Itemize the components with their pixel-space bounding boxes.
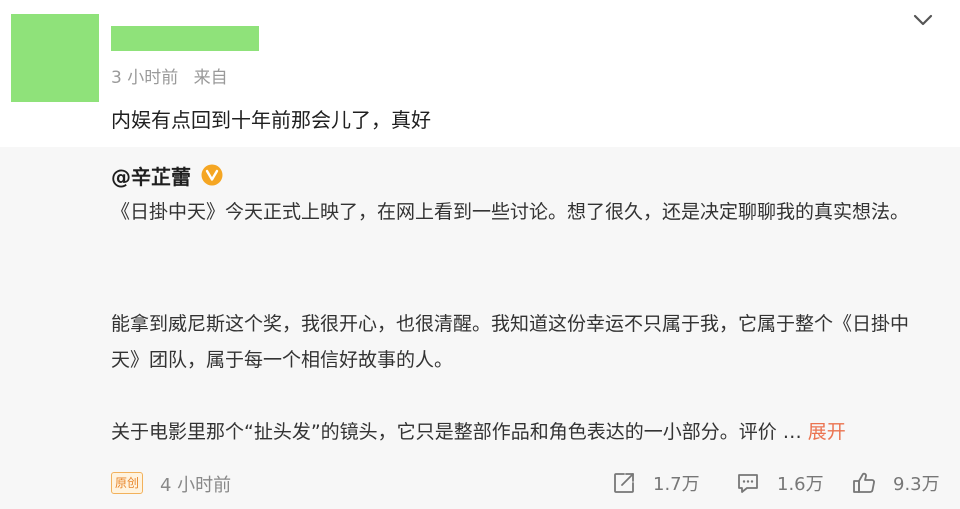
post-time: 4 小时前 (160, 475, 232, 496)
comment-text: 内娱有点回到十年前那会儿了，真好 (111, 108, 431, 132)
like-count: 9.3万 (893, 474, 940, 495)
comment-source: 来自 (193, 68, 228, 88)
original-badge: 原创 (111, 472, 144, 494)
username-redacted[interactable] (111, 26, 259, 51)
comment-meta: 3 小时前 来自 (111, 63, 238, 88)
post-paragraph-3-text: 关于电影里那个“扯头发”的镜头，它只是整部作品和角色表达的一小部分。评价 … (111, 421, 802, 443)
comment-icon (738, 474, 758, 493)
like-icon (853, 472, 875, 493)
quoted-author-row: @辛芷蕾 (111, 160, 223, 190)
share-count: 1.7万 (653, 474, 700, 495)
quoted-author-name[interactable]: @辛芷蕾 (111, 161, 191, 190)
share-button[interactable]: 1.7万 (611, 468, 700, 498)
weibo-comment-page: 3 小时前 来自 内娱有点回到十年前那会儿了，真好 @辛芷蕾 《日掛中天》今天正… (0, 0, 960, 509)
post-paragraph-2: 能拿到威尼斯这个奖，我很开心，也很清醒。我知道这份幸运不只属于我，它属于整个《日… (111, 313, 910, 371)
expand-link[interactable]: 展开 (808, 421, 846, 443)
comment-count: 1.6万 (777, 474, 824, 495)
comment-button[interactable]: 1.6万 (735, 468, 824, 498)
post-paragraph-3: 关于电影里那个“扯头发”的镜头，它只是整部作品和角色表达的一小部分。评价 … 展开 (111, 414, 931, 450)
like-button[interactable]: 9.3万 (851, 468, 940, 498)
post-footer: 原创 4 小时前 1.7万 1.6万 9.3万 (111, 468, 941, 498)
verified-badge-icon (201, 164, 223, 186)
share-icon (614, 473, 634, 493)
avatar[interactable] (11, 14, 99, 102)
comment-time: 3 小时前 (111, 68, 179, 88)
chevron-down-icon[interactable] (912, 12, 934, 28)
post-paragraph-1: 《日掛中天》今天正式上映了，在网上看到一些讨论。想了很久，还是决定聊聊我的真实想… (111, 201, 910, 223)
